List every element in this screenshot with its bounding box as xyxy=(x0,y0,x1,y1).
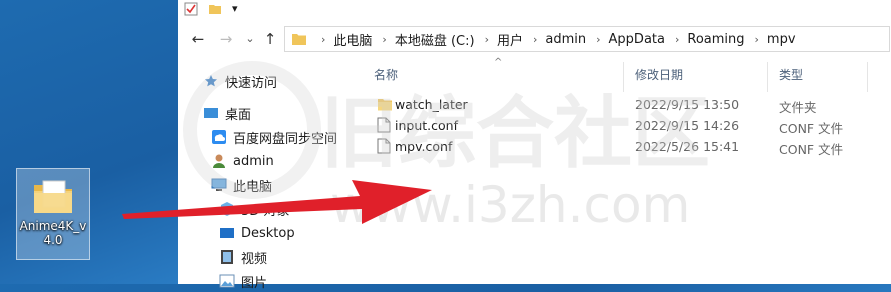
sidebar-item-label: 此电脑 xyxy=(233,179,273,195)
breadcrumb-item[interactable]: Roaming xyxy=(687,32,744,47)
sidebar-item-label: 图片 xyxy=(241,275,268,291)
back-button[interactable]: ← xyxy=(188,29,208,49)
file-date: 2022/5/26 15:41 xyxy=(635,139,740,154)
folder-icon xyxy=(378,99,392,111)
desktop-folder-anime4k[interactable]: Anime4K_v4.0 xyxy=(16,168,90,260)
sidebar-item-label: 视频 xyxy=(241,251,268,267)
cloud-sync-icon xyxy=(210,129,228,145)
desktop-icon xyxy=(202,105,220,121)
chevron-right-icon: › xyxy=(674,32,680,46)
breadcrumb-item[interactable]: 用户 xyxy=(497,30,523,49)
file-icon xyxy=(377,117,391,133)
breadcrumb-item[interactable]: AppData xyxy=(609,32,665,47)
sidebar-item-this-pc[interactable]: 此电脑 xyxy=(210,174,272,196)
sidebar-item-pictures[interactable]: 图片 xyxy=(218,270,267,292)
sidebar-item-label: 3D 对象 xyxy=(241,203,290,219)
computer-icon xyxy=(210,177,228,193)
column-header-date[interactable]: 修改日期 xyxy=(635,66,683,83)
sidebar-item-desktop-folder[interactable]: Desktop xyxy=(218,222,295,244)
sidebar-item-quick-access[interactable]: 快速访问 xyxy=(202,70,277,92)
sidebar-item-baidu-sync[interactable]: 百度网盘同步空间 xyxy=(210,126,337,148)
breadcrumb-item[interactable]: 本地磁盘 (C:) xyxy=(395,30,475,49)
star-icon xyxy=(202,73,220,89)
file-explorer-window: ▾ ← → ⌄ ↑ › 此电脑 › 本地磁盘 (C:) › 用户 › admin › Ap… xyxy=(178,0,891,291)
column-header-name[interactable]: 名称 xyxy=(374,66,398,83)
chevron-right-icon: › xyxy=(484,32,489,46)
qat-dropdown[interactable]: ▾ xyxy=(232,2,238,16)
folder-icon xyxy=(292,34,306,45)
sidebar-item-label: admin xyxy=(233,153,274,169)
sidebar-item-admin[interactable]: admin xyxy=(210,150,274,172)
chevron-right-icon: › xyxy=(382,32,387,46)
chevron-right-icon: › xyxy=(321,32,326,46)
address-row: ← → ⌄ ↑ › 此电脑 › 本地磁盘 (C:) › 用户 › admin › AppD… xyxy=(178,24,891,54)
sidebar-item-desktop[interactable]: 桌面 xyxy=(202,102,251,124)
file-icon xyxy=(377,138,391,154)
sidebar-item-videos[interactable]: 视频 xyxy=(218,246,267,268)
sidebar-item-label: 快速访问 xyxy=(225,75,278,91)
file-type: 文件夹 xyxy=(779,100,817,115)
column-headers: ^ 名称 修改日期 类型 xyxy=(362,57,891,92)
forward-button[interactable]: → xyxy=(216,29,236,49)
checkmark-properties-icon[interactable] xyxy=(184,2,198,16)
up-button[interactable]: ↑ xyxy=(260,29,280,49)
desktop-icon-label: Anime4K_v4.0 xyxy=(19,219,87,247)
sidebar-item-label: Desktop xyxy=(241,225,295,241)
file-name: watch_later xyxy=(395,97,468,112)
file-date: 2022/9/15 13:50 xyxy=(635,97,740,112)
sort-ascending-icon: ^ xyxy=(494,57,503,68)
chevron-right-icon: › xyxy=(532,32,538,46)
quick-access-toolbar: ▾ xyxy=(178,0,891,18)
recent-locations-button[interactable]: ⌄ xyxy=(240,29,260,49)
file-row[interactable]: mpv.conf 2022/5/26 15:41 CONF 文件 xyxy=(362,136,891,157)
column-divider[interactable] xyxy=(623,62,624,92)
user-icon xyxy=(210,153,228,169)
file-type: CONF 文件 xyxy=(779,121,844,136)
chevron-right-icon: › xyxy=(596,32,601,46)
file-name: input.conf xyxy=(395,118,458,133)
sidebar-item-label: 桌面 xyxy=(225,107,252,123)
file-date: 2022/9/15 14:26 xyxy=(635,118,740,133)
pictures-icon xyxy=(218,273,236,289)
column-divider[interactable] xyxy=(767,62,768,92)
chevron-right-icon: › xyxy=(754,32,759,46)
breadcrumb-item[interactable]: mpv xyxy=(767,32,796,47)
file-type: CONF 文件 xyxy=(779,142,844,157)
breadcrumb-item[interactable]: admin xyxy=(545,32,586,47)
navigation-pane: 快速访问 桌面 百度网盘同步空间 admin 此电脑 3D 对象 Desktop xyxy=(178,62,358,291)
3d-objects-icon xyxy=(218,201,236,217)
file-row[interactable]: watch_later 2022/9/15 13:50 文件夹 xyxy=(362,94,891,115)
address-bar[interactable]: › 此电脑 › 本地磁盘 (C:) › 用户 › admin › AppData › Roa… xyxy=(284,26,890,52)
column-divider[interactable] xyxy=(867,62,868,92)
sidebar-item-3d-objects[interactable]: 3D 对象 xyxy=(218,198,289,220)
video-icon xyxy=(218,249,236,265)
file-row[interactable]: input.conf 2022/9/15 14:26 CONF 文件 xyxy=(362,115,891,136)
sidebar-item-label: 百度网盘同步空间 xyxy=(233,131,338,147)
desktop-icon xyxy=(218,225,236,241)
folder-icon xyxy=(34,180,72,213)
file-name: mpv.conf xyxy=(395,139,453,154)
new-folder-icon[interactable] xyxy=(208,2,222,16)
breadcrumb-item[interactable]: 此电脑 xyxy=(333,30,372,49)
column-header-type[interactable]: 类型 xyxy=(779,66,803,83)
